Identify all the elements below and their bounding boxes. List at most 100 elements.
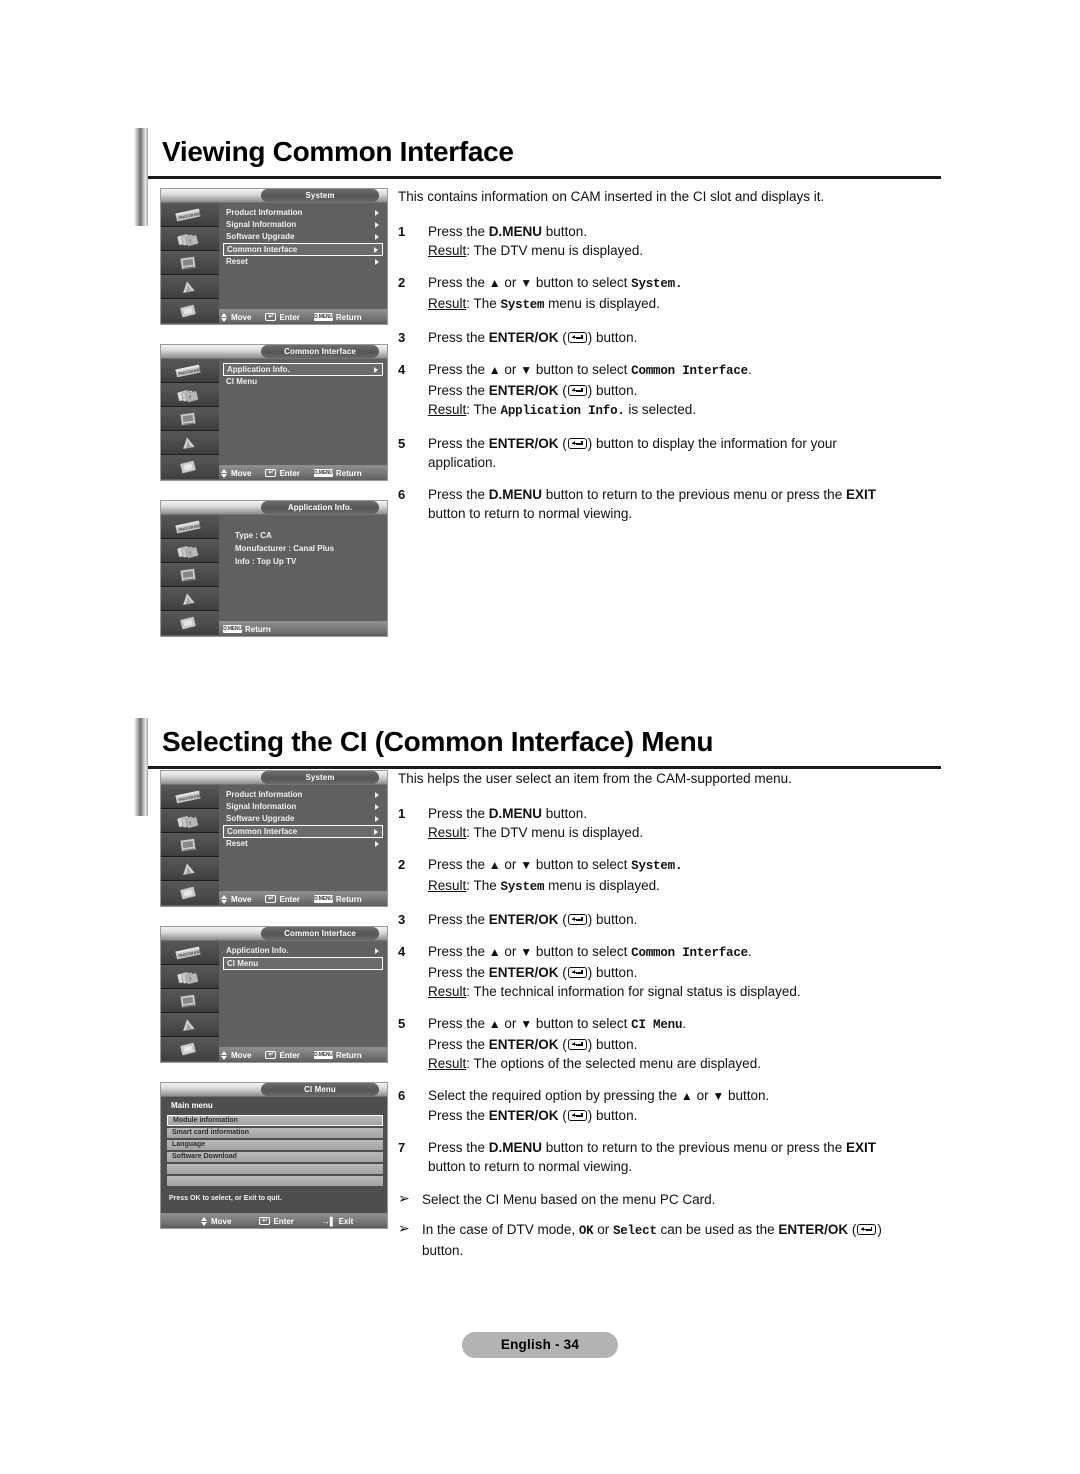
rail-tile-input[interactable] [161, 881, 219, 905]
setup-icon [182, 280, 196, 294]
menu-item[interactable]: Signal Information [223, 219, 383, 231]
menu-item[interactable]: Software Upgrade [223, 231, 383, 243]
footer-return[interactable]: D.MENU Return [313, 468, 362, 478]
rail-tile-picture[interactable]: PROGRAM [161, 203, 219, 227]
footer-move[interactable]: Move [221, 894, 251, 904]
menu-item[interactable]: CI Menu [223, 376, 383, 388]
steps-list: 1 Press the D.MENU button. Result: The DTV… [398, 804, 946, 1176]
text: ( [558, 1037, 567, 1052]
footer-move[interactable]: Move [201, 1216, 231, 1226]
footer-return[interactable]: D.MENU Return [223, 625, 271, 634]
result-label: Result [428, 825, 467, 840]
text: . [747, 944, 752, 959]
menu-item[interactable]: Software Upgrade [223, 813, 383, 825]
text: button. [542, 806, 588, 821]
footer-label: Return [335, 468, 362, 478]
ci-list-item-selected[interactable]: Module information [167, 1115, 383, 1126]
osd-body: PROGRAM 7 [161, 941, 387, 1061]
menu-item[interactable]: Signal Information [223, 801, 383, 813]
osd-panel-ci-menu[interactable]: CI Menu Main menu Module information Sma… [160, 1082, 388, 1229]
footer-enter[interactable]: ↵ Enter [265, 895, 300, 904]
ci-main-menu-label: Main menu [171, 1101, 213, 1110]
enter-key-icon [567, 1110, 587, 1121]
footer-enter[interactable]: ↵ Enter [265, 1051, 300, 1060]
direction-arrow-icon: ▼ [520, 1017, 533, 1031]
input-icon [179, 616, 197, 630]
text: Press the [428, 383, 489, 398]
menu-item[interactable]: Application Info. [223, 945, 383, 957]
osd-panel-system-1[interactable]: System PROGRAM 7 Product Information Sig… [160, 188, 388, 325]
rail-tile-setup[interactable] [161, 275, 219, 299]
footer-enter[interactable]: ↵ Enter [265, 469, 300, 478]
rail-tile-input[interactable] [161, 1037, 219, 1061]
rail-tile-setup[interactable] [161, 857, 219, 881]
osd-titlebar: Application Info. [161, 501, 387, 515]
footer-enter[interactable]: ↵ Enter [259, 1217, 294, 1226]
rail-tile-setup[interactable] [161, 431, 219, 455]
rail-tile-input[interactable] [161, 455, 219, 479]
footer-label: Enter [279, 312, 300, 322]
ci-list-item[interactable]: Smart card information [167, 1128, 383, 1138]
menu-item-selected[interactable]: Common Interface [223, 825, 383, 838]
rail-tile-input[interactable] [161, 299, 219, 323]
ci-list-item[interactable]: Language [167, 1140, 383, 1150]
menu-item[interactable]: Reset [223, 256, 383, 268]
osd-titlebar: Common Interface [161, 345, 387, 359]
text: : The DTV menu is displayed. [466, 243, 644, 258]
step-number: 3 [398, 330, 406, 345]
step-number: 2 [398, 275, 406, 290]
rail-tile-picture[interactable]: PROGRAM [161, 515, 219, 539]
menu-item-selected[interactable]: Application Info. [223, 363, 383, 376]
text: Press the [428, 965, 489, 980]
rail-tile-input[interactable] [161, 611, 219, 635]
rail-tile-channel[interactable] [161, 251, 219, 275]
rail-tile-sound[interactable]: 7 [161, 539, 219, 563]
text: ( [558, 912, 567, 927]
text: Select the CI Menu based on the menu PC … [422, 1192, 716, 1207]
osd-panel-common-interface-2[interactable]: Common Interface PROGRAM 7 Application I… [160, 926, 388, 1063]
ci-list-item[interactable]: Software Download [167, 1152, 383, 1162]
channel-icon [179, 568, 197, 582]
osd-body: PROGRAM 7 [161, 359, 387, 479]
rail-tile-picture[interactable]: PROGRAM [161, 941, 219, 965]
footer-move[interactable]: Move [221, 312, 251, 322]
setup-icon [182, 436, 196, 450]
footer-exit[interactable]: →▌ Exit [322, 1217, 353, 1226]
menu-item[interactable]: Reset [223, 838, 383, 850]
text: Press the [428, 857, 489, 872]
footer-enter[interactable]: ↵ Enter [265, 312, 300, 322]
dmenu-icon: D.MENU [313, 895, 333, 903]
menu-item[interactable]: Product Information [223, 207, 383, 219]
rail-tile-setup[interactable] [161, 1013, 219, 1037]
rail-tile-sound[interactable]: 7 [161, 227, 219, 251]
note-text: In the case of DTV mode, OK or Select ca… [422, 1220, 946, 1260]
footer-return[interactable]: D.MENU Return [313, 313, 362, 322]
text: In the case of DTV mode, [422, 1222, 579, 1237]
menu-item-selected[interactable]: Common Interface [223, 243, 383, 256]
enter-key-icon [567, 967, 587, 978]
rail-tile-channel[interactable] [161, 989, 219, 1013]
rail-tile-channel[interactable] [161, 563, 219, 587]
rail-tile-picture[interactable]: PROGRAM [161, 785, 219, 809]
rail-tile-sound[interactable]: 7 [161, 383, 219, 407]
footer-return[interactable]: D.MENU Return [313, 895, 362, 904]
rail-tile-picture[interactable]: PROGRAM [161, 359, 219, 383]
rail-tile-channel[interactable] [161, 407, 219, 431]
footer-move[interactable]: Move [221, 1050, 251, 1060]
footer-return[interactable]: D.MENU Return [313, 1051, 362, 1060]
osd-title: Common Interface [261, 345, 379, 358]
text: : The [466, 402, 501, 417]
osd-panel-common-interface-1[interactable]: Common Interface PROGRAM 7 Application I… [160, 344, 388, 481]
footer-move[interactable]: Move [221, 468, 251, 478]
step-line: Press the ENTER/OK () button. [428, 910, 946, 929]
osd-panel-system-2[interactable]: System PROGRAM 7 Product Information Sig… [160, 770, 388, 907]
menu-item-selected[interactable]: CI Menu [223, 957, 383, 970]
menu-item[interactable]: Product Information [223, 789, 383, 801]
osd-panel-application-info[interactable]: Application Info. PROGRAM 7 Type: CA Mo… [160, 500, 388, 637]
rail-tile-channel[interactable] [161, 833, 219, 857]
osd-body: PROGRAM 7 [161, 515, 387, 635]
rail-tile-setup[interactable] [161, 587, 219, 611]
rail-tile-sound[interactable]: 7 [161, 809, 219, 833]
rail-tile-sound[interactable]: 7 [161, 965, 219, 989]
text: . [682, 1016, 687, 1031]
